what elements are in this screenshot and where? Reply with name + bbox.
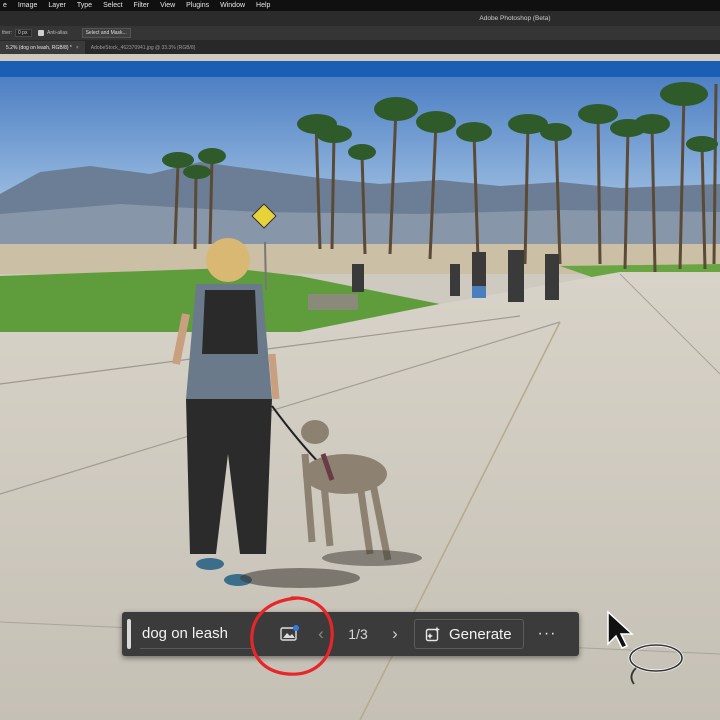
close-icon[interactable]: × (76, 45, 79, 51)
menu-type[interactable]: Type (77, 0, 92, 11)
generate-button[interactable]: Generate (414, 619, 524, 649)
select-and-mask-button[interactable]: Select and Mask... (81, 28, 131, 38)
drag-handle[interactable] (127, 619, 131, 649)
menu-help[interactable]: Help (256, 0, 270, 11)
menu-image[interactable]: Image (18, 0, 37, 11)
annotation-circle (250, 596, 334, 676)
next-variation-button[interactable]: › (386, 619, 404, 649)
generative-fill-icon (425, 626, 441, 642)
feather-label: ther: (2, 30, 13, 36)
document-tab-bar: 5.2% (dog on leash, RGB/8) * × AdobeStoc… (0, 40, 720, 54)
app-title: Adobe Photoshop (Beta) (479, 15, 551, 22)
menu-view[interactable]: View (160, 0, 175, 11)
menu-plugins[interactable]: Plugins (186, 0, 209, 11)
generate-label: Generate (449, 625, 512, 643)
feather-field[interactable]: 0 px (15, 29, 33, 37)
contextual-task-bar: ‹ 1/3 › Generate ··· (122, 612, 579, 656)
menu-window[interactable]: Window (220, 0, 245, 11)
lasso-cursor-icon (628, 643, 684, 685)
variation-counter: 1/3 (348, 626, 368, 642)
menu-bar: e Image Layer Type Select Filter View Pl… (0, 0, 720, 11)
menu-edit[interactable]: e (3, 0, 7, 11)
tab-adobestock[interactable]: AdobeStock_462370941.jpg @ 33.3% (RGB/8) (85, 41, 202, 54)
menu-select[interactable]: Select (103, 0, 122, 11)
tab-label: AdobeStock_462370941.jpg @ 33.3% (RGB/8) (90, 44, 196, 51)
tab-dog-on-leash[interactable]: 5.2% (dog on leash, RGB/8) * × (0, 41, 85, 54)
menu-layer[interactable]: Layer (48, 0, 66, 11)
tab-label: 5.2% (dog on leash, RGB/8) * (6, 44, 72, 51)
options-bar: ther: 0 px Anti-alias Select and Mask... (0, 26, 720, 40)
app-title-bar: Adobe Photoshop (Beta) (0, 11, 720, 26)
antialias-checkbox[interactable] (38, 30, 45, 36)
antialias-label: Anti-alias (47, 30, 68, 36)
more-options-button[interactable]: ··· (534, 619, 560, 649)
menu-filter[interactable]: Filter (134, 0, 150, 11)
selection-band (0, 61, 720, 77)
generative-prompt-input[interactable] (140, 619, 252, 649)
